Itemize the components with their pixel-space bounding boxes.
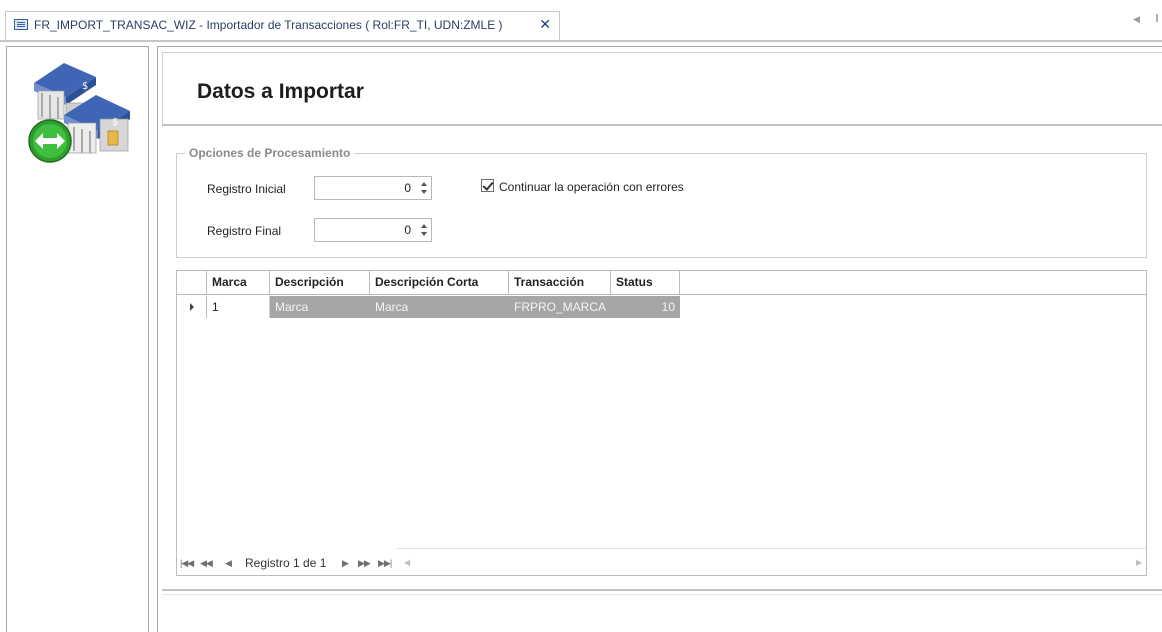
- row-indicator-arrow-icon[interactable]: [177, 296, 207, 318]
- registro-inicial-value: 0: [404, 181, 411, 195]
- page-title: Datos a Importar: [197, 80, 364, 103]
- spin-down-icon[interactable]: [421, 232, 427, 236]
- scroll-left-icon[interactable]: ◀: [404, 558, 410, 567]
- registro-inicial-spinner[interactable]: 0: [314, 176, 432, 200]
- processing-options-group: [176, 153, 1147, 258]
- svg-text:$: $: [112, 117, 118, 128]
- tab-underline: [0, 40, 1162, 42]
- spin-down-icon[interactable]: [421, 190, 427, 194]
- column-header-transaccion[interactable]: Transacción: [509, 271, 611, 295]
- table-cell-status[interactable]: 10: [611, 296, 680, 318]
- prev-page-icon[interactable]: ◀◀: [200, 558, 213, 569]
- column-header-descripcion[interactable]: Descripción: [270, 271, 370, 295]
- next-record-icon[interactable]: ▶: [342, 558, 349, 569]
- spin-up-icon[interactable]: [421, 224, 427, 228]
- table-cell-marca[interactable]: 1: [207, 296, 270, 318]
- window-icon: [14, 19, 28, 30]
- tab-scroll-left-icon[interactable]: ◀: [1133, 14, 1140, 25]
- column-header-status[interactable]: Status: [611, 271, 680, 295]
- wizard-side-panel: $ $: [6, 46, 149, 632]
- tab-title: FR_IMPORT_TRANSAC_WIZ - Importador de Tr…: [34, 18, 503, 32]
- footer-separator: [162, 589, 1162, 591]
- record-counter: Registro 1 de 1: [245, 556, 327, 570]
- table-cell-descripcion-corta[interactable]: Marca: [370, 296, 509, 318]
- first-record-icon[interactable]: |◀◀: [180, 558, 194, 569]
- close-icon[interactable]: ✕: [539, 16, 551, 33]
- tab-scroll-right-icon[interactable]: [1156, 14, 1158, 22]
- scroll-right-icon[interactable]: ▶: [1136, 558, 1142, 567]
- row-indicator-header: [177, 271, 207, 295]
- bank-transfer-icon: $ $: [28, 63, 130, 163]
- tab-strip: FR_IMPORT_TRANSAC_WIZ - Importador de Tr…: [0, 0, 1162, 42]
- record-navigator: |◀◀ ◀◀ ◀ Registro 1 de 1 ▶ ▶▶ ▶▶|: [180, 556, 410, 572]
- next-page-icon[interactable]: ▶▶: [358, 558, 371, 569]
- registro-final-spinner[interactable]: 0: [314, 218, 432, 242]
- column-header-marca[interactable]: Marca: [207, 271, 270, 295]
- continuar-label[interactable]: Continuar la operación con errores: [499, 180, 684, 194]
- tab-import-wizard[interactable]: FR_IMPORT_TRANSAC_WIZ - Importador de Tr…: [5, 11, 560, 40]
- registro-final-value: 0: [404, 223, 411, 237]
- horizontal-scrollbar[interactable]: [396, 548, 1146, 549]
- table-cell-transaccion[interactable]: FRPRO_MARCA: [509, 296, 611, 318]
- last-record-icon[interactable]: ▶▶|: [378, 558, 392, 569]
- continuar-checkbox[interactable]: [481, 179, 494, 192]
- registro-final-label: Registro Final: [207, 224, 282, 238]
- header-separator: [162, 124, 1162, 126]
- spin-up-icon[interactable]: [421, 182, 427, 186]
- svg-text:$: $: [82, 81, 88, 92]
- registro-inicial-label: Registro Inicial: [207, 182, 286, 196]
- footer-separator-light: [162, 594, 1162, 595]
- group-legend: Opciones de Procesamiento: [185, 146, 355, 160]
- column-header-descripcion-corta[interactable]: Descripción Corta: [370, 271, 509, 295]
- table-cell-descripcion[interactable]: Marca: [270, 296, 370, 318]
- prev-record-icon[interactable]: ◀: [225, 558, 232, 569]
